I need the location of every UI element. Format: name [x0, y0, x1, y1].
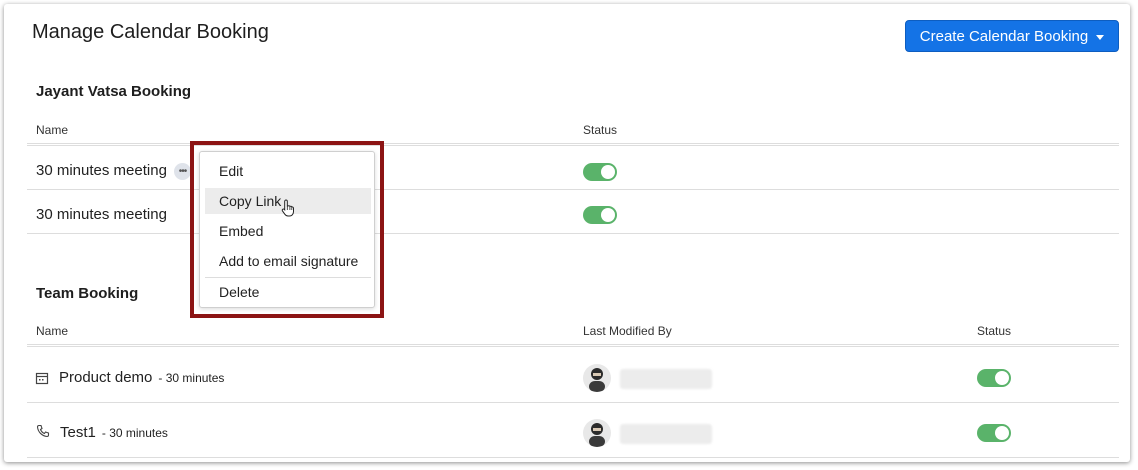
team-booking-duration: - 30 minutes: [158, 371, 225, 385]
menu-item-delete[interactable]: Delete: [205, 279, 371, 305]
booking-context-menu: Edit Copy Link Embed Add to email signat…: [199, 151, 375, 308]
team-booking-title: Test1: [60, 424, 96, 441]
row-divider: [27, 402, 1119, 403]
modified-by-name: [620, 369, 712, 389]
menu-item-edit[interactable]: Edit: [205, 158, 371, 184]
team-booking-name[interactable]: Test1 - 30 minutes: [60, 424, 168, 441]
more-options-icon[interactable]: •••: [174, 163, 191, 180]
menu-item-embed[interactable]: Embed: [205, 218, 371, 244]
status-toggle[interactable]: [977, 424, 1011, 442]
menu-item-add-to-email-signature[interactable]: Add to email signature: [205, 248, 371, 274]
create-button-label: Create Calendar Booking: [919, 27, 1089, 45]
booking-name[interactable]: 30 minutes meeting: [36, 162, 167, 179]
phone-icon: [36, 424, 50, 438]
calendar-icon: [35, 372, 49, 385]
team-booking-name[interactable]: Product demo - 30 minutes: [59, 369, 224, 386]
menu-separator: [205, 277, 371, 278]
column-header-name: Name: [36, 123, 69, 137]
column-header-status: Status: [977, 324, 1012, 338]
row-divider: [27, 457, 1119, 458]
avatar: [583, 364, 611, 392]
personal-section-title: Jayant Vatsa Booking: [36, 83, 192, 100]
page-title: Manage Calendar Booking: [32, 21, 269, 43]
status-toggle[interactable]: [583, 163, 617, 181]
caret-down-icon: [1096, 34, 1105, 40]
status-toggle[interactable]: [583, 206, 617, 224]
header-divider: [27, 344, 1119, 347]
create-calendar-booking-button[interactable]: Create Calendar Booking: [905, 20, 1119, 52]
column-header-last-modified: Last Modified By: [583, 324, 672, 338]
column-header-name: Name: [36, 324, 69, 338]
status-toggle[interactable]: [977, 369, 1011, 387]
avatar: [583, 419, 611, 447]
team-booking-title: Product demo: [59, 369, 153, 386]
column-header-status: Status: [583, 123, 618, 137]
team-section-title: Team Booking: [36, 285, 139, 302]
booking-name[interactable]: 30 minutes meeting: [36, 206, 167, 223]
hand-cursor-icon: [281, 199, 294, 217]
modified-by-name: [620, 424, 712, 444]
team-booking-duration: - 30 minutes: [101, 426, 168, 440]
